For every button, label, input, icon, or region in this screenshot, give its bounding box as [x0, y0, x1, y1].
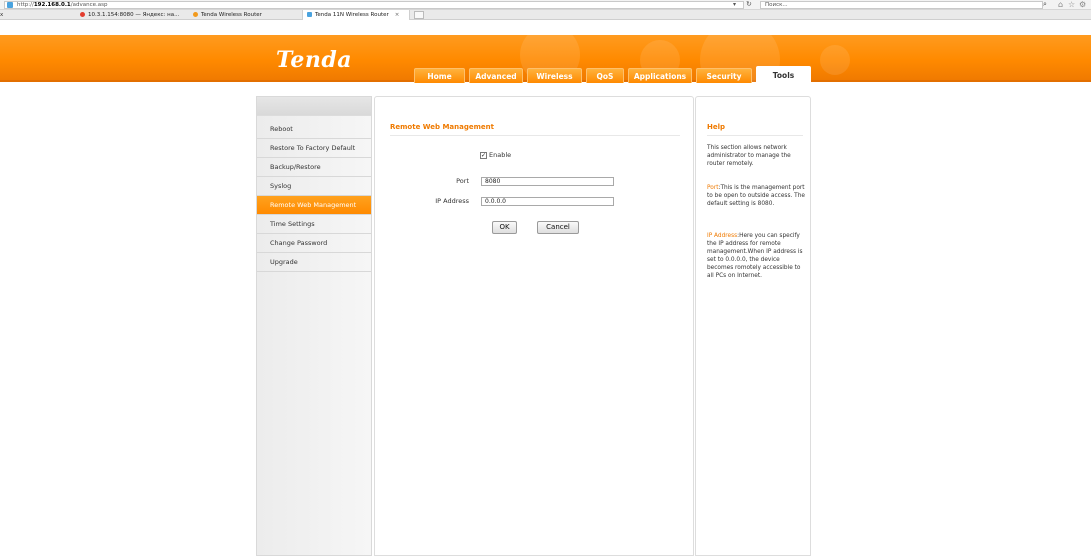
gear-icon[interactable]: ⚙	[1079, 0, 1086, 9]
chevron-down-icon[interactable]: ▾	[733, 1, 736, 8]
tab-overflow-label: x	[0, 12, 4, 18]
tenda-logo: Tenda	[276, 47, 352, 73]
ok-button[interactable]: OK	[492, 221, 517, 234]
sidebar-item-upgrade[interactable]: Upgrade	[257, 253, 371, 272]
refresh-icon[interactable]: ↻	[746, 0, 752, 8]
browser-tab-active[interactable]: Tenda 11N Wireless Router ×	[302, 10, 410, 20]
url-host: 192.168.0.1	[33, 2, 71, 8]
browser-tab-tenda[interactable]: Tenda Wireless Router	[193, 10, 262, 20]
page-favicon-icon	[7, 2, 13, 8]
page-title: Remote Web Management	[390, 123, 494, 131]
sidebar-item-backup-restore[interactable]: Backup/Restore	[257, 158, 371, 177]
help-intro-text: This section allows network administrato…	[707, 145, 791, 167]
sidebar-item-remote-web-management[interactable]: Remote Web Management	[257, 196, 371, 215]
sidebar-item-time-settings[interactable]: Time Settings	[257, 215, 371, 234]
nav-tab-home[interactable]: Home	[414, 68, 465, 83]
main-panel: Remote Web Management ✓ Enable Port 8080…	[374, 96, 694, 556]
port-field[interactable]: 8080	[481, 177, 614, 186]
page-favicon-icon	[307, 11, 312, 17]
help-title: Help	[707, 123, 726, 131]
search-input[interactable]: Поиск...	[760, 1, 1043, 9]
enable-checkbox[interactable]: ✓	[480, 152, 487, 159]
nav-tab-applications[interactable]: Applications	[628, 68, 692, 83]
help-port-desc: :This is the management port to be open …	[707, 185, 805, 207]
nav-tab-advanced[interactable]: Advanced	[469, 68, 523, 83]
search-icon[interactable]: ⌕	[1043, 0, 1047, 9]
nav-tab-qos[interactable]: QoS	[586, 68, 624, 83]
new-tab-button[interactable]	[414, 11, 424, 19]
sidebar-item-syslog[interactable]: Syslog	[257, 177, 371, 196]
browser-address-bar: http://192.168.0.1/advance.asp ▾ ↻ Поиск…	[0, 0, 1091, 10]
url-scheme: http://	[17, 2, 34, 8]
enable-label: Enable	[489, 151, 512, 159]
decorative-bubble	[700, 20, 780, 100]
yandex-icon	[80, 11, 85, 17]
tab-label: 10.3.1.154:8080 — Яндекс: на...	[88, 12, 180, 18]
help-port-key: Port	[707, 185, 719, 191]
tools-sidebar: Reboot Restore To Factory Default Backup…	[256, 96, 372, 556]
tab-label: Tenda Wireless Router	[201, 12, 262, 18]
help-ip-key: IP Address	[707, 233, 738, 239]
ip-address-field[interactable]: 0.0.0.0	[481, 197, 614, 206]
cancel-button[interactable]: Cancel	[537, 221, 579, 234]
help-panel: Help This section allows network adminis…	[695, 96, 811, 556]
browser-tab-yandex[interactable]: 10.3.1.154:8080 — Яндекс: на...	[80, 10, 179, 20]
sidebar-item-restore-factory-default[interactable]: Restore To Factory Default	[257, 139, 371, 158]
port-label: Port	[456, 177, 469, 185]
tab-label: Tenda 11N Wireless Router	[315, 12, 389, 18]
browser-tab-bar: x 10.3.1.154:8080 — Яндекс: на... Tenda …	[0, 10, 1091, 20]
help-ip-text: IP Address:Here you can specify the IP a…	[707, 233, 805, 280]
sidebar-item-reboot[interactable]: Reboot	[257, 120, 371, 139]
home-icon[interactable]: ⌂	[1058, 0, 1063, 9]
tenda-icon	[193, 11, 198, 17]
url-input[interactable]: http://192.168.0.1/advance.asp	[4, 1, 744, 9]
star-icon[interactable]: ☆	[1068, 0, 1075, 9]
nav-tab-tools[interactable]: Tools	[756, 66, 811, 83]
url-path: /advance.asp	[70, 2, 108, 8]
close-icon[interactable]: ×	[395, 12, 400, 18]
help-port-text: Port:This is the management port to be o…	[707, 185, 805, 209]
divider	[707, 135, 803, 136]
nav-tab-security[interactable]: Security	[696, 68, 752, 83]
divider	[390, 135, 680, 136]
help-ip-desc: :Here you can specify the IP address for…	[707, 233, 803, 279]
ip-address-label: IP Address	[435, 197, 469, 205]
sidebar-item-change-password[interactable]: Change Password	[257, 234, 371, 253]
decorative-bubble	[820, 45, 850, 75]
sidebar-header	[257, 97, 371, 116]
nav-tab-wireless[interactable]: Wireless	[527, 68, 582, 83]
